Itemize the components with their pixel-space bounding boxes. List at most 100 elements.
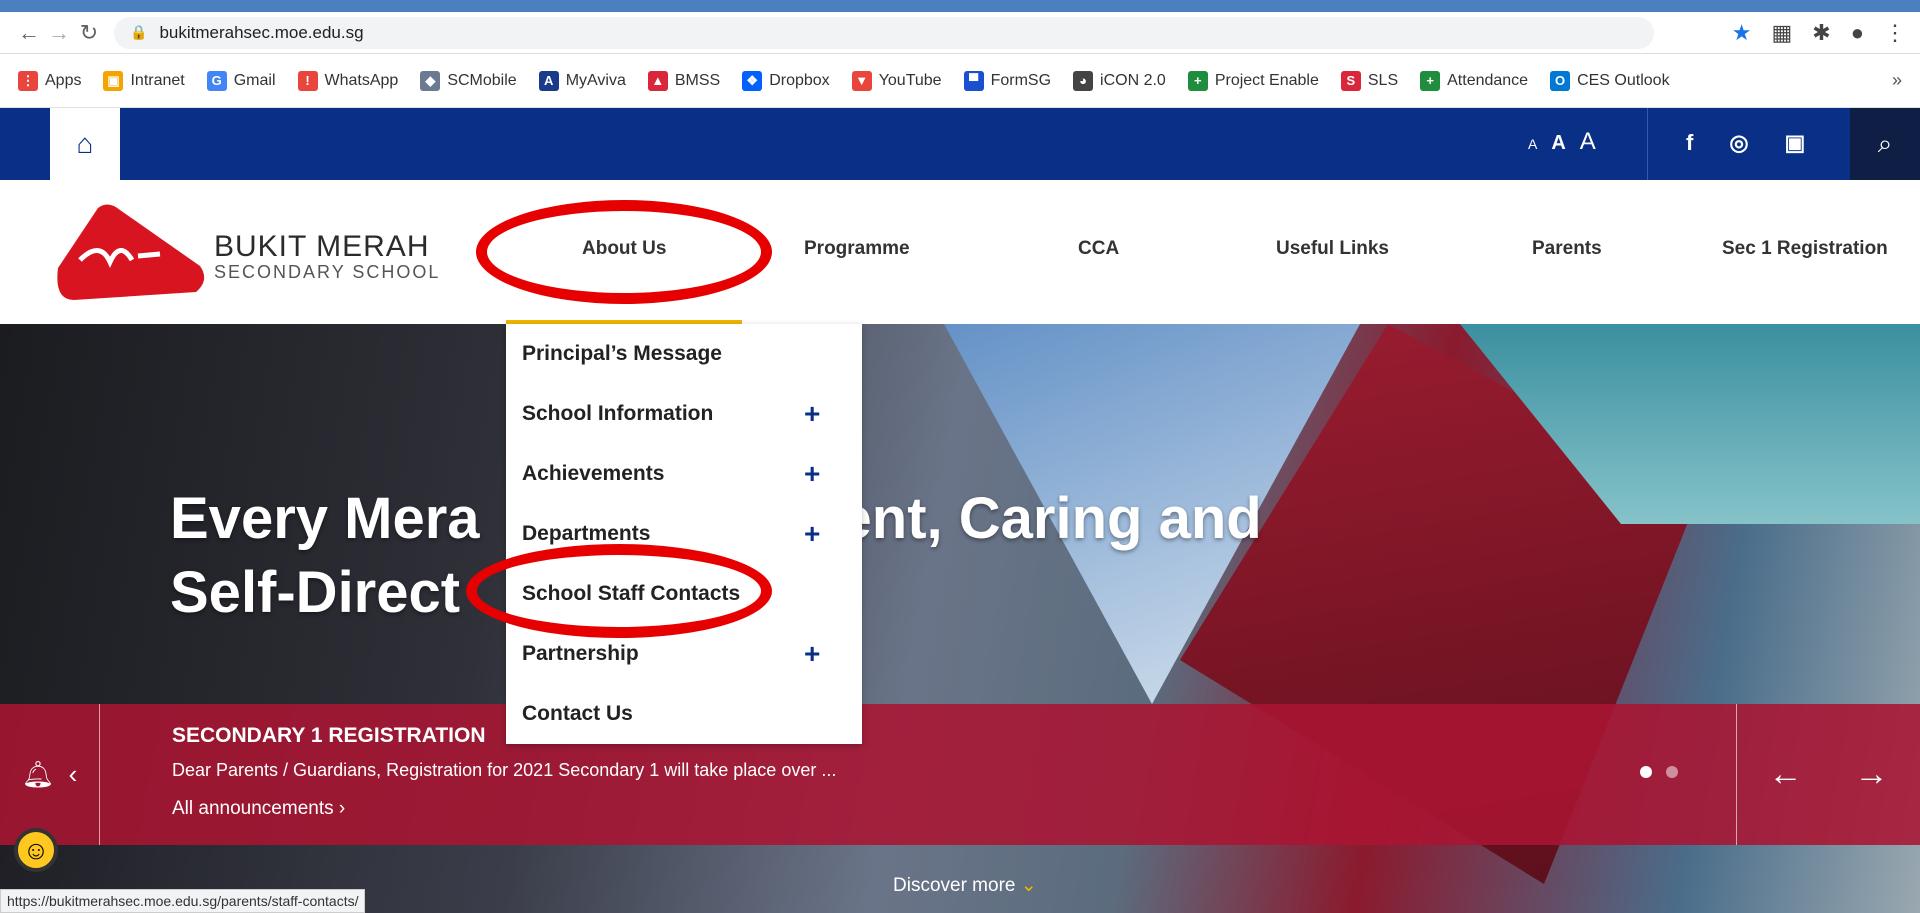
bookmark-item[interactable]: + Attendance xyxy=(1420,70,1528,91)
expand-plus-icon[interactable]: + xyxy=(804,458,820,490)
dropdown-item-label: Achievements xyxy=(522,462,665,485)
home-icon[interactable]: ⌂ xyxy=(50,108,120,180)
apps-grid-icon[interactable]: ▦ xyxy=(1771,20,1792,46)
carousel-dots xyxy=(1640,766,1678,778)
expand-plus-icon[interactable]: + xyxy=(804,638,820,670)
annotation-oval-about-us xyxy=(476,200,772,304)
extensions-icon[interactable]: ✱ xyxy=(1812,20,1830,46)
divider xyxy=(1647,108,1648,180)
bookmark-label: Dropbox xyxy=(769,71,830,89)
announcement-controls: 🔔︎ ‹ xyxy=(0,704,100,845)
bookmark-label: WhatsApp xyxy=(324,71,399,89)
bookmark-label: SCMobile xyxy=(447,71,517,89)
nav-useful-links[interactable]: Useful Links xyxy=(1276,238,1389,260)
announcement-title[interactable]: SECONDARY 1 REGISTRATION xyxy=(172,724,485,748)
nav-parents[interactable]: Parents xyxy=(1532,238,1602,260)
bell-icon: 🔔︎ xyxy=(21,759,55,789)
font-size-small-button[interactable]: A xyxy=(1528,136,1537,152)
menu-kebab-icon[interactable]: ⋮ xyxy=(1884,20,1906,46)
bookmark-item[interactable]: ◕ iCON 2.0 xyxy=(1073,70,1166,91)
bookmark-star-icon[interactable]: ★ xyxy=(1732,20,1752,46)
school-name: BUKIT MERAH SECONDARY SCHOOL xyxy=(214,230,440,283)
bookmark-item[interactable]: ◆ SCMobile xyxy=(420,70,517,91)
dropdown-item[interactable]: Principal’s Message xyxy=(506,324,862,384)
bookmark-item[interactable]: ▲ BMSS xyxy=(647,70,720,91)
bookmark-icon: ▼ xyxy=(851,70,872,91)
bookmark-icon: ❖ xyxy=(742,70,763,91)
instagram-icon[interactable]: ◎ xyxy=(1729,130,1748,156)
arrow-left-icon[interactable]: ← xyxy=(1769,755,1803,794)
bookmark-label: MyAviva xyxy=(565,71,626,89)
bookmark-item[interactable]: A MyAviva xyxy=(538,70,626,91)
youtube-icon[interactable]: ▣ xyxy=(1785,130,1806,156)
school-name-line2: SECONDARY SCHOOL xyxy=(214,262,441,282)
facebook-icon[interactable]: f xyxy=(1686,130,1693,156)
prev-announcement-icon[interactable]: ‹ xyxy=(69,759,78,790)
bookmark-label: iCON 2.0 xyxy=(1100,71,1166,89)
bookmark-item[interactable]: S SLS xyxy=(1340,70,1398,91)
arrow-right-icon[interactable]: → xyxy=(1855,755,1889,794)
bookmark-icon: A xyxy=(538,70,559,91)
bookmark-item[interactable]: O CES Outlook xyxy=(1550,70,1670,91)
about-us-dropdown: Principal’s Message School Information + Ac… xyxy=(506,324,862,744)
back-icon[interactable]: ← xyxy=(14,20,44,46)
annotation-oval-staff-contacts xyxy=(466,544,772,638)
headline-line1-tail: ent, Caring and xyxy=(839,486,1262,551)
address-bar[interactable]: 🔒 bukitmerahsec.moe.edu.sg xyxy=(114,16,1654,49)
nav-programme[interactable]: Programme xyxy=(804,238,910,260)
bookmark-item[interactable]: ! WhatsApp xyxy=(297,70,399,91)
bookmark-icon: S xyxy=(1340,70,1361,91)
carousel-dot[interactable] xyxy=(1666,766,1678,778)
carousel-dot[interactable] xyxy=(1640,766,1652,778)
bookmark-icon: + xyxy=(1420,70,1441,91)
font-size-medium-button[interactable]: A xyxy=(1551,132,1565,155)
font-size-large-button[interactable]: A xyxy=(1580,128,1596,156)
dropdown-item-label: School Information xyxy=(522,402,714,425)
announcement-text: Dear Parents / Guardians, Registration f… xyxy=(172,760,837,780)
announcement-bar: 🔔︎ ‹ SECONDARY 1 REGISTRATION Dear Paren… xyxy=(0,704,1920,845)
dropdown-item[interactable]: Contact Us xyxy=(506,684,862,744)
nav-cca[interactable]: CCA xyxy=(1078,238,1119,260)
bookmark-label: FormSG xyxy=(990,71,1052,89)
search-icon[interactable]: ⌕ xyxy=(1850,108,1920,180)
bookmark-icon: ◕ xyxy=(1073,70,1094,91)
dropdown-item-label: Principal’s Message xyxy=(522,342,722,365)
discover-more-link[interactable]: Discover more ⌄ xyxy=(893,874,1037,897)
site-header: BUKIT MERAH SECONDARY SCHOOL About Us Pr… xyxy=(0,180,1920,324)
bookmark-item[interactable]: G Gmail xyxy=(206,70,276,91)
bookmark-item[interactable]: ⋮ Apps xyxy=(18,70,82,91)
profile-icon[interactable]: ● xyxy=(1851,20,1864,46)
dropdown-item[interactable]: Achievements + xyxy=(506,444,862,504)
bookmark-label: Project Enable xyxy=(1214,71,1319,89)
bookmarks-overflow-icon[interactable]: » xyxy=(1892,70,1902,91)
bookmark-icon: O xyxy=(1550,70,1571,91)
bookmark-item[interactable]: ▼ YouTube xyxy=(851,70,942,91)
social-links: f ◎ ▣ xyxy=(1686,130,1805,156)
dropdown-item[interactable]: School Information + xyxy=(506,384,862,444)
bookmark-icon: ◆ xyxy=(420,70,441,91)
bookmark-label: CES Outlook xyxy=(1577,71,1670,89)
school-logo[interactable] xyxy=(50,200,212,302)
font-size-controls: A A A xyxy=(1528,128,1596,156)
hero-banner: Every Mera ent, Caring and Self-Direct 🔔︎… xyxy=(0,324,1920,913)
bookmark-item[interactable]: ❖ Dropbox xyxy=(742,70,830,91)
bookmark-icon: ! xyxy=(297,70,318,91)
bookmark-icon: ⋮ xyxy=(18,70,38,91)
all-announcements-link[interactable]: All announcements › xyxy=(172,798,345,820)
chat-smiley-icon[interactable]: ☺ xyxy=(14,828,58,872)
utility-bar: ⌂ A A A f ◎ ▣ ⌕ xyxy=(0,108,1920,180)
reload-icon[interactable]: ↻ xyxy=(74,20,104,46)
window-top-strip xyxy=(0,0,1920,12)
address-text: bukitmerahsec.moe.edu.sg xyxy=(159,22,364,42)
nav-sec1-registration[interactable]: Sec 1 Registration xyxy=(1722,238,1888,260)
bookmark-item[interactable]: ▀ FormSG xyxy=(963,70,1052,91)
expand-plus-icon[interactable]: + xyxy=(804,518,820,550)
bookmark-label: Intranet xyxy=(130,71,185,89)
status-bar-url: https://bukitmerahsec.moe.edu.sg/parents… xyxy=(0,889,366,913)
expand-plus-icon[interactable]: + xyxy=(804,398,820,430)
school-name-line1: BUKIT MERAH xyxy=(214,230,430,263)
bookmark-item[interactable]: ▣ Intranet xyxy=(103,70,185,91)
bookmark-label: Apps xyxy=(45,71,82,89)
bookmark-item[interactable]: + Project Enable xyxy=(1187,70,1319,91)
forward-icon[interactable]: → xyxy=(44,20,74,46)
